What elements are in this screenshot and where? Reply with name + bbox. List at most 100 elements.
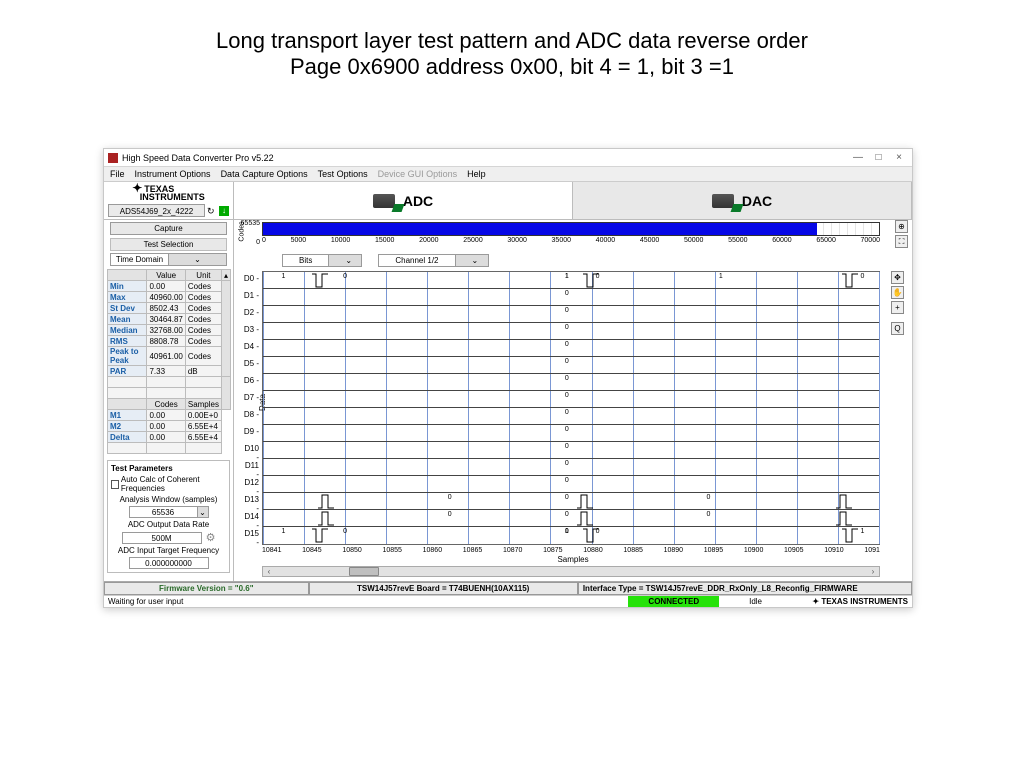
connection-status: CONNECTED: [628, 596, 719, 607]
bit-chart: Data D0 -1101010D1 -0D2 -0D3 -0D4 -0D5 -…: [262, 271, 880, 545]
bit-label: D3 -: [241, 325, 259, 334]
gear-icon[interactable]: ⚙: [206, 531, 216, 544]
minimize-button[interactable]: —: [849, 152, 867, 163]
stat-name: Median: [108, 325, 147, 336]
time-domain-select[interactable]: Time Domain⌄: [110, 253, 227, 266]
bit-label: D0 -: [241, 274, 259, 283]
menu-data-capture-options[interactable]: Data Capture Options: [221, 169, 308, 179]
bit-row: D2 -0: [263, 306, 879, 323]
bit-label: D2 -: [241, 308, 259, 317]
menu-test-options[interactable]: Test Options: [318, 169, 368, 179]
tool-expand-icon[interactable]: ⛶: [895, 235, 908, 248]
tool-cursor-icon[interactable]: ✥: [891, 271, 904, 284]
analysis-window-select[interactable]: 65536⌄: [129, 506, 209, 518]
device-select[interactable]: ADS54J69_2x_4222: [108, 204, 205, 217]
stat-unit: Codes: [185, 347, 221, 366]
bit-row: D0 -1101010: [263, 272, 879, 289]
stat-value: 30464.87: [147, 314, 185, 325]
stat-unit: Codes: [185, 325, 221, 336]
scrollbar-thumb[interactable]: [349, 567, 379, 576]
menu-file[interactable]: File: [110, 169, 125, 179]
bit-label: D7 -: [241, 393, 259, 402]
marker-name: Delta: [108, 432, 147, 443]
window-title: High Speed Data Converter Pro v5.22: [122, 153, 849, 163]
test-parameters-panel: Test Parameters Auto Calc of Coherent Fr…: [107, 460, 230, 573]
adc-target-freq-label: ADC Input Target Frequency: [111, 546, 226, 555]
stat-name: Peak to Peak: [108, 347, 147, 366]
app-window: High Speed Data Converter Pro v5.22 — □ …: [103, 148, 913, 608]
bit-row: D10 -0: [263, 442, 879, 459]
bit-label: D6 -: [241, 376, 259, 385]
stat-value: 8808.78: [147, 336, 185, 347]
stat-value: 40960.00: [147, 292, 185, 303]
stat-value: 0.00: [147, 281, 185, 292]
menu-instrument-options[interactable]: Instrument Options: [135, 169, 211, 179]
stat-unit: dB: [185, 366, 221, 377]
reload-icon[interactable]: ↻: [207, 206, 217, 216]
close-button[interactable]: ×: [890, 152, 908, 163]
stat-name: RMS: [108, 336, 147, 347]
adc-output-rate-input[interactable]: 500M: [122, 532, 202, 544]
bits-mode-select[interactable]: Bits⌄: [282, 254, 362, 267]
test-params-title: Test Parameters: [111, 464, 226, 473]
tab-dac[interactable]: DAC: [573, 182, 912, 219]
scroll-left-icon[interactable]: ‹: [263, 567, 275, 576]
interface-type: Interface Type = TSW14J57revE_DDR_RxOnly…: [578, 582, 912, 595]
marker-name: M1: [108, 410, 147, 421]
bit-row: D11 -0: [263, 459, 879, 476]
bit-label: D1 -: [241, 291, 259, 300]
channel-select[interactable]: Channel 1/2⌄: [378, 254, 488, 267]
analysis-window-label: Analysis Window (samples): [111, 495, 226, 504]
auto-calc-checkbox[interactable]: Auto Calc of Coherent Frequencies: [111, 475, 226, 493]
bit-label: D10 -: [241, 444, 259, 462]
overview-chart: Codes 65535 0 05000100001500020000250003…: [262, 222, 880, 250]
bit-label: D5 -: [241, 359, 259, 368]
capture-button[interactable]: Capture: [110, 222, 227, 235]
brand-panel: ✦TEXAS INSTRUMENTS ADS54J69_2x_4222 ↻ ↓: [104, 182, 234, 219]
stat-unit: Codes: [185, 303, 221, 314]
status-message: Waiting for user input: [104, 596, 628, 607]
bit-label: D11 -: [241, 461, 259, 479]
slide-title: Long transport layer test pattern and AD…: [0, 0, 1024, 80]
tool-hand-icon[interactable]: ✋: [891, 286, 904, 299]
bit-row: D13 -000: [263, 493, 879, 510]
stat-name: Mean: [108, 314, 147, 325]
sidebar: Capture Test Selection Time Domain⌄ Valu…: [104, 220, 234, 581]
adc-target-freq-input[interactable]: 0.000000000: [129, 557, 209, 569]
app-icon: [108, 153, 118, 163]
tab-adc[interactable]: ADC: [234, 182, 573, 219]
stat-value: 7.33: [147, 366, 185, 377]
bit-row: D8 -0: [263, 408, 879, 425]
ti-brand-footer: ✦ TEXAS INSTRUMENTS: [792, 596, 912, 607]
bit-row: D12 -0: [263, 476, 879, 493]
stat-unit: Codes: [185, 281, 221, 292]
plot-area: ⊕ ⛶ Codes 65535 0 0500010000150002000025…: [234, 220, 912, 581]
statusbar-info: Firmware Version = "0.6" TSW14J57revE Bo…: [104, 581, 912, 595]
idle-status: Idle: [719, 596, 792, 607]
stats-table: ValueUnit▴ Min0.00CodesMax40960.00CodesS…: [107, 269, 231, 454]
bit-row: D5 -0: [263, 357, 879, 374]
adc-output-rate-label: ADC Output Data Rate: [111, 520, 226, 529]
tool-zoom-icon[interactable]: ⊕: [895, 220, 908, 233]
stat-name: Min: [108, 281, 147, 292]
menu-help[interactable]: Help: [467, 169, 486, 179]
tool-reset-icon[interactable]: Q: [891, 322, 904, 335]
board-id: TSW14J57revE Board = T74BUENH(10AX115): [309, 582, 578, 595]
chevron-down-icon: ⌄: [168, 254, 226, 265]
bit-row: D14 -000: [263, 510, 879, 527]
bit-row: D4 -0: [263, 340, 879, 357]
tool-plus-icon[interactable]: +: [891, 301, 904, 314]
bit-row: D3 -0: [263, 323, 879, 340]
bit-label: D12 -: [241, 478, 259, 496]
scroll-right-icon[interactable]: ›: [867, 567, 879, 576]
download-icon[interactable]: ↓: [219, 206, 229, 216]
stat-unit: Codes: [185, 314, 221, 325]
stat-name: PAR: [108, 366, 147, 377]
bit-row: D6 -0: [263, 374, 879, 391]
maximize-button[interactable]: □: [869, 152, 887, 163]
stat-value: 8502.43: [147, 303, 185, 314]
statusbar-bottom: Waiting for user input CONNECTED Idle ✦ …: [104, 595, 912, 607]
firmware-version: Firmware Version = "0.6": [104, 582, 309, 595]
horizontal-scrollbar[interactable]: ‹ ›: [262, 566, 880, 577]
bit-label: D8 -: [241, 410, 259, 419]
